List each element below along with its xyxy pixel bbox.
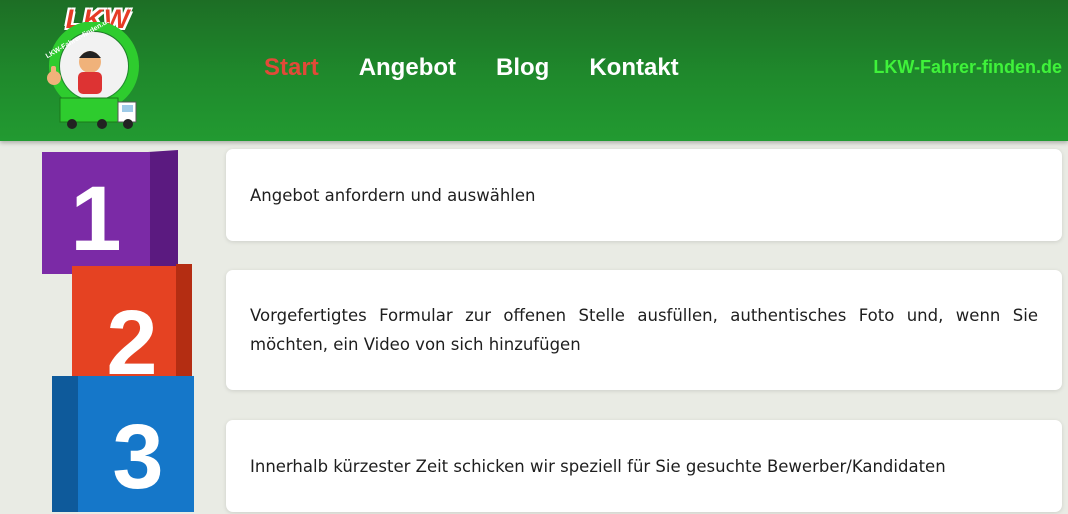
- step-card-2: Vorgefertigtes Formular zur offenen Stel…: [226, 270, 1062, 390]
- block-3-number: 3: [112, 406, 163, 508]
- step-card-1: Angebot anfordern und auswählen: [226, 149, 1062, 241]
- step-text-1: Angebot anfordern und auswählen: [250, 185, 536, 205]
- block-3: 3: [52, 376, 194, 512]
- nav-angebot[interactable]: Angebot: [359, 53, 456, 83]
- step-text-3: Innerhalb kürzester Zeit schicken wir sp…: [250, 456, 946, 476]
- main-nav: Start Angebot Blog Kontakt: [264, 53, 719, 83]
- step-text-2: Vorgefertigtes Formular zur offenen Stel…: [250, 306, 1038, 354]
- site-logo[interactable]: LKW LKW-Fahrer-finden.de: [40, 4, 144, 134]
- block-1: 1: [42, 150, 178, 274]
- nav-start[interactable]: Start: [264, 53, 319, 83]
- truck-driver-logo-icon: LKW-Fahrer-finden.de: [45, 22, 139, 129]
- nav-blog[interactable]: Blog: [496, 53, 549, 83]
- block-2: 2: [72, 264, 192, 394]
- step-number-blocks: 1 2 3: [42, 150, 194, 512]
- step-card-3: Innerhalb kürzester Zeit schicken wir sp…: [226, 420, 1062, 512]
- block-1-number: 1: [70, 168, 121, 270]
- nav-kontakt[interactable]: Kontakt: [589, 53, 678, 83]
- site-name[interactable]: LKW-Fahrer-finden.de: [873, 56, 1062, 78]
- site-header: LKW LKW-Fahrer-finden.de Start Angebot B…: [0, 0, 1068, 141]
